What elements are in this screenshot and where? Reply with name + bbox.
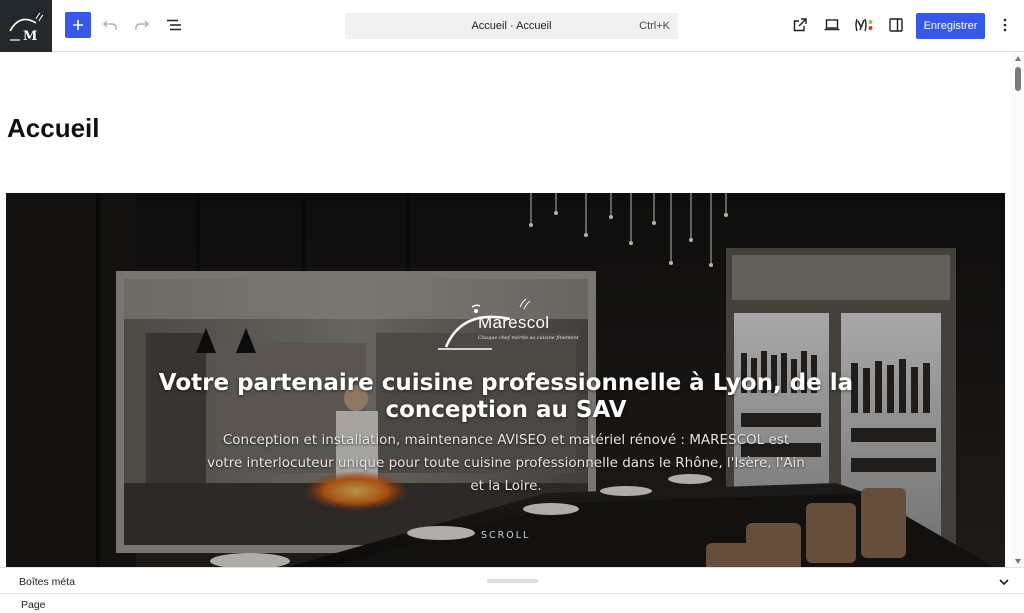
laptop-preview-icon bbox=[824, 19, 840, 31]
breadcrumb-page[interactable]: Page bbox=[21, 599, 46, 611]
scroll-up-arrow-icon[interactable] bbox=[1015, 56, 1021, 61]
add-block-button[interactable] bbox=[65, 12, 91, 38]
brand-name: Marescol bbox=[478, 313, 550, 332]
brand-tagline: Chaque chef mérite sa cuisine finement bbox=[478, 335, 579, 341]
svg-text:M: M bbox=[23, 29, 37, 43]
more-vertical-icon bbox=[1003, 18, 1007, 32]
redo-icon bbox=[135, 20, 150, 30]
keyboard-shortcut-hint: Ctrl+K bbox=[639, 20, 670, 32]
meta-boxes-panel[interactable]: Boîtes méta bbox=[0, 567, 1024, 593]
meta-boxes-label: Boîtes méta bbox=[19, 576, 76, 588]
chevron-down-icon[interactable] bbox=[998, 576, 1010, 588]
device-preview-button[interactable] bbox=[819, 12, 845, 38]
view-page-button[interactable] bbox=[787, 12, 813, 38]
options-menu-button[interactable] bbox=[993, 12, 1017, 38]
command-center[interactable]: Accueil · Accueil Ctrl+K bbox=[345, 13, 678, 39]
meta-boxes-resize-handle[interactable] bbox=[487, 579, 538, 583]
undo-icon bbox=[102, 20, 117, 30]
sidebar-settings-icon bbox=[889, 18, 903, 32]
scroll-down-arrow-icon[interactable] bbox=[1015, 559, 1021, 564]
undo-button[interactable] bbox=[97, 12, 123, 38]
plus-icon bbox=[73, 20, 83, 30]
hero-cover-block[interactable]: Marescol Chaque chef mérite sa cuisine f… bbox=[6, 193, 1005, 567]
block-breadcrumb-bar: Page bbox=[0, 593, 1024, 613]
editor-canvas[interactable]: Accueil Marescol Chaque chef mérite sa c… bbox=[0, 53, 1012, 567]
list-view-icon bbox=[167, 19, 181, 31]
document-title: Accueil · Accueil bbox=[471, 20, 552, 32]
yoast-seo-icon bbox=[855, 18, 873, 32]
canvas-scrollbar[interactable] bbox=[1012, 53, 1024, 567]
hero-subtext[interactable]: Conception et installation, maintenance … bbox=[206, 429, 806, 498]
editor-header: M Accueil · Accueil Ctrl+K Enregistrer bbox=[0, 0, 1024, 52]
save-button[interactable]: Enregistrer bbox=[916, 13, 985, 39]
yoast-seo-button[interactable] bbox=[851, 12, 877, 38]
settings-sidebar-button[interactable] bbox=[883, 12, 909, 38]
marescol-site-icon: M bbox=[9, 12, 44, 43]
page-title[interactable]: Accueil bbox=[7, 113, 100, 144]
list-view-button[interactable] bbox=[161, 12, 187, 38]
hero-heading[interactable]: Votre partenaire cuisine professionnelle… bbox=[126, 370, 886, 424]
scroll-indicator[interactable]: SCROLL bbox=[481, 530, 530, 541]
external-link-icon bbox=[793, 18, 807, 32]
scroll-thumb[interactable] bbox=[1015, 67, 1021, 91]
redo-button[interactable] bbox=[129, 12, 155, 38]
site-logo-button[interactable]: M bbox=[0, 0, 52, 52]
